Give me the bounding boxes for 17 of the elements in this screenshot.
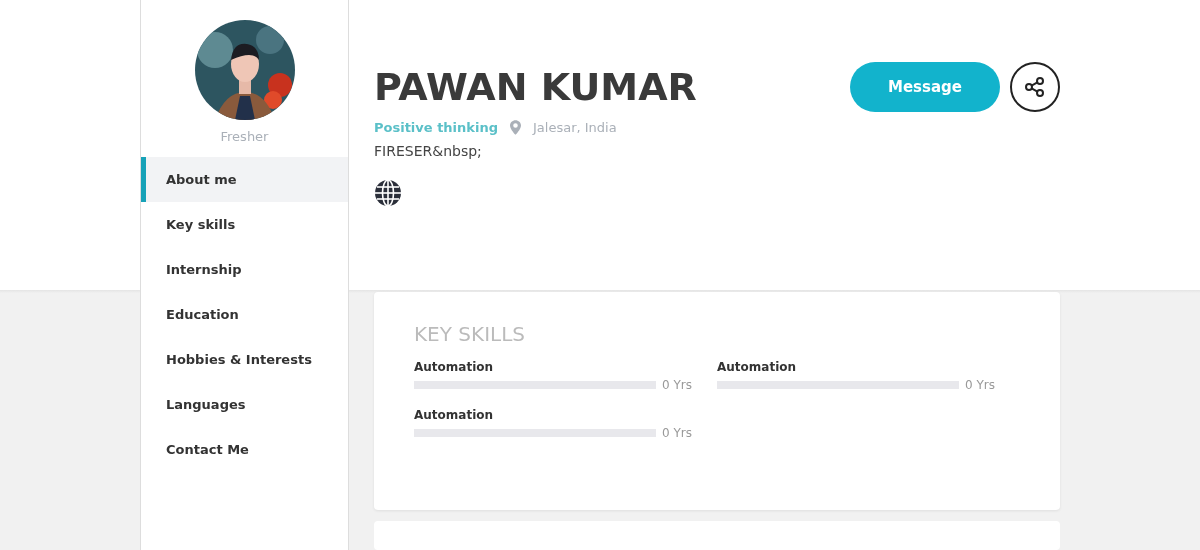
share-icon: [1024, 76, 1046, 98]
section-title: KEY SKILLS: [414, 322, 526, 347]
skill-name: Automation: [414, 408, 495, 423]
globe-icon[interactable]: [374, 179, 402, 207]
skill-years: 0 Yrs: [965, 378, 995, 393]
location: Jalesar, India: [533, 120, 617, 135]
bio-text: FIRESER&nbsp;: [374, 143, 483, 159]
skill-years: 0 Yrs: [662, 378, 692, 393]
experience-level: Fresher: [219, 129, 270, 144]
skill-name: Automation: [717, 360, 798, 375]
tagline: Positive thinking: [374, 120, 498, 135]
skill-years: 0 Yrs: [662, 426, 692, 441]
skill-name: Automation: [414, 360, 495, 375]
profile-name: PAWAN KUMAR: [374, 64, 697, 111]
share-button[interactable]: [1010, 62, 1060, 112]
sidebar-item[interactable]: About me: [141, 157, 348, 202]
location-pin-icon: [510, 120, 521, 135]
